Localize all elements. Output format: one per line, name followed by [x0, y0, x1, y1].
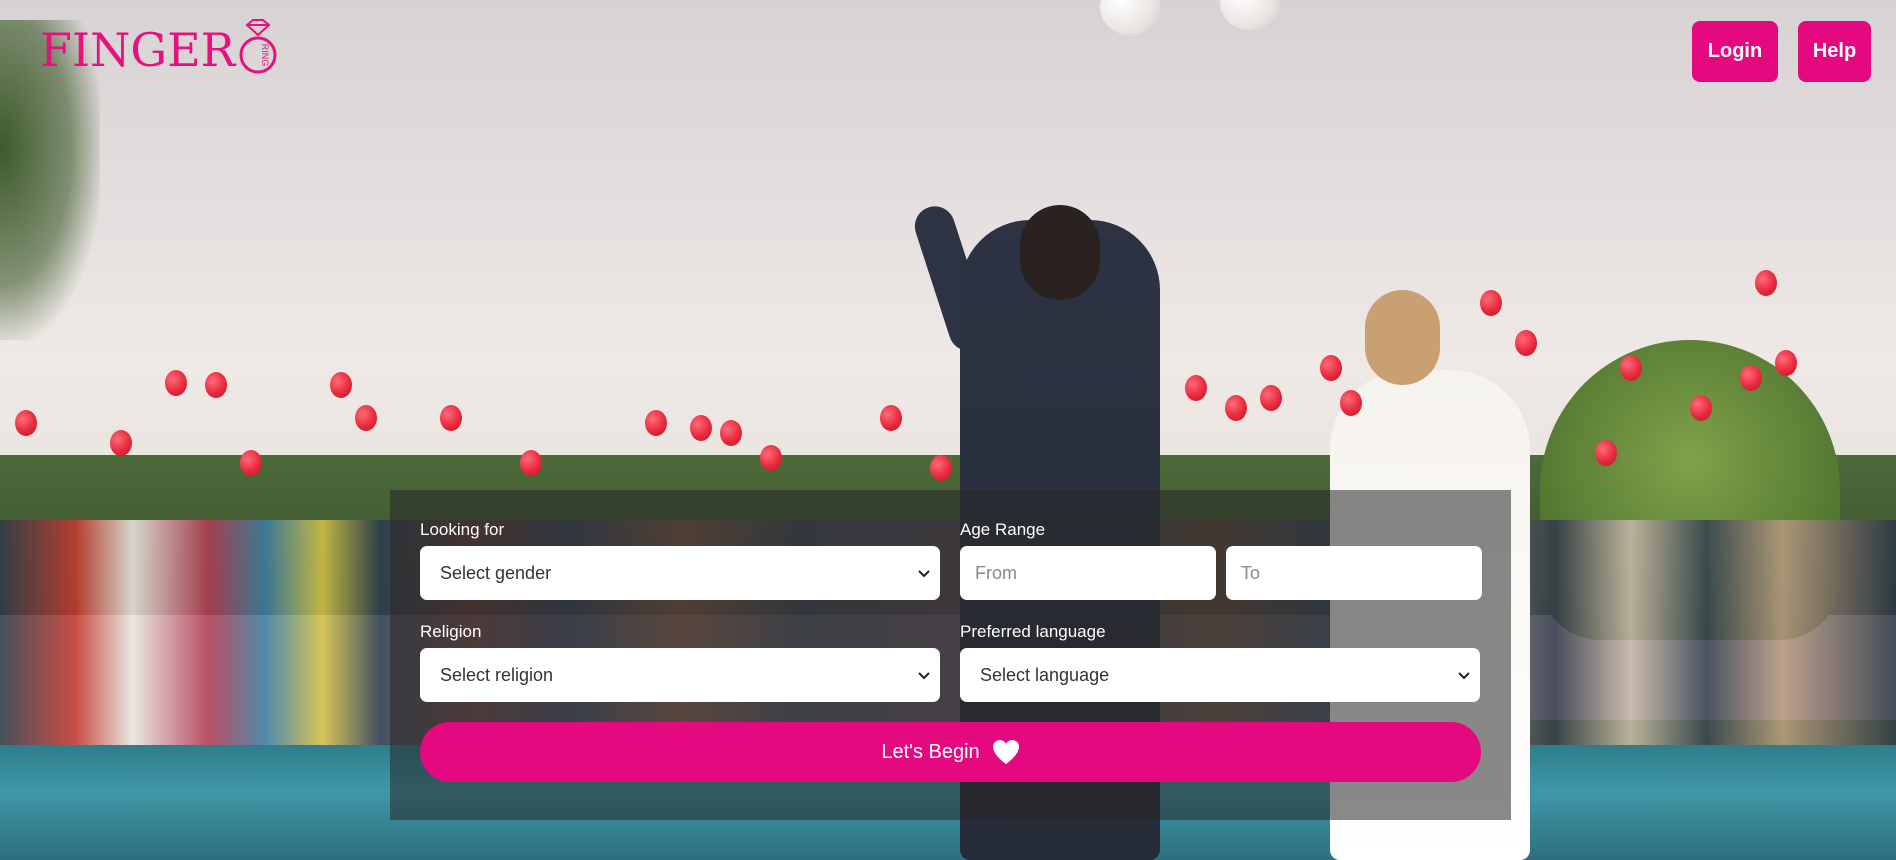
gender-select[interactable]: Select gender	[420, 546, 940, 600]
top-nav: Login Help	[1692, 21, 1871, 82]
brand-logo[interactable]: FINGER RING	[40, 19, 279, 80]
help-button[interactable]: Help	[1798, 21, 1871, 82]
heart-icon	[992, 740, 1019, 764]
religion-label: Religion	[420, 622, 482, 641]
lets-begin-label: Let's Begin	[881, 740, 980, 763]
language-select[interactable]: Select language	[960, 648, 1480, 702]
age-range-group: Age Range From To	[960, 520, 1482, 600]
age-to-input[interactable]: To	[1226, 546, 1482, 600]
lets-begin-button[interactable]: Let's Begin	[420, 722, 1481, 782]
chevron-down-icon	[918, 672, 930, 680]
brand-name: FINGER	[40, 23, 236, 77]
partner-search-panel: Looking for Select gender Age Range From…	[390, 490, 1511, 820]
language-group: Preferred language Select language	[960, 622, 1480, 702]
language-select-value: Select language	[980, 664, 1110, 685]
login-button[interactable]: Login	[1692, 21, 1778, 82]
religion-group: Religion Select religion	[420, 622, 940, 702]
ring-text: RING	[260, 44, 270, 67]
religion-select[interactable]: Select religion	[420, 648, 940, 702]
age-from-input[interactable]: From	[960, 546, 1216, 600]
chevron-down-icon	[918, 570, 930, 578]
chevron-down-icon	[1458, 672, 1470, 680]
gender-select-value: Select gender	[440, 562, 552, 583]
looking-for-group: Looking for Select gender	[420, 520, 940, 600]
language-label: Preferred language	[960, 622, 1106, 641]
looking-for-label: Looking for	[420, 520, 505, 539]
diamond-ring-icon: RING	[237, 19, 279, 77]
religion-select-value: Select religion	[440, 664, 554, 685]
age-range-label: Age Range	[960, 520, 1046, 539]
